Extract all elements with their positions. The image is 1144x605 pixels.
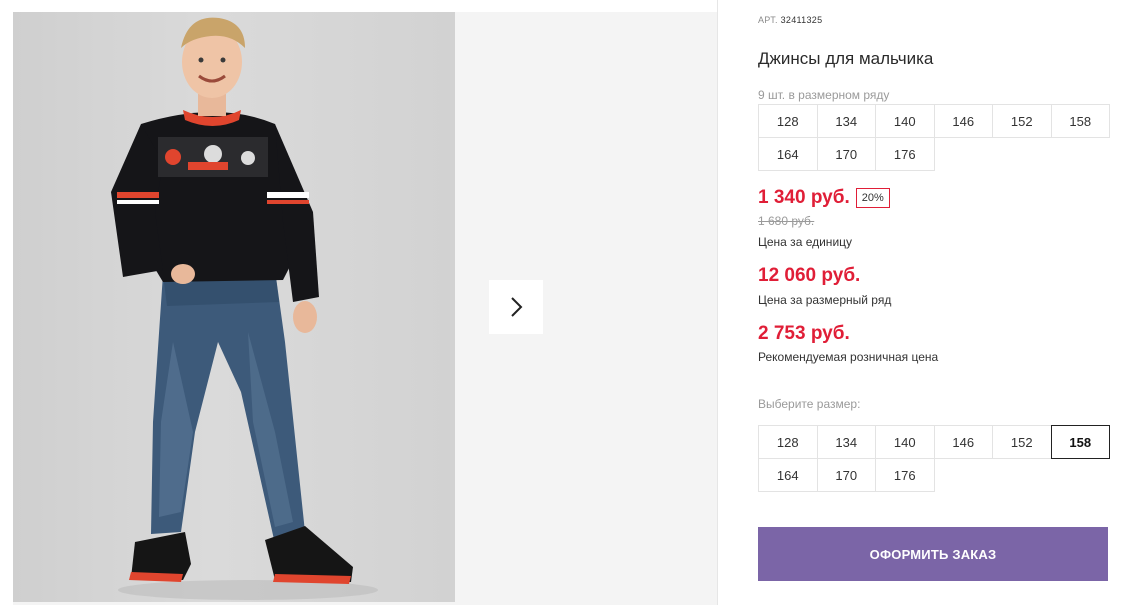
size-option-170[interactable]: 170 [816,458,876,492]
gallery-next-button[interactable] [489,280,543,334]
order-button[interactable]: ОФОРМИТЬ ЗАКАЗ [758,527,1108,581]
pack-size-cell: 134 [816,104,876,138]
rrp-price-label: Рекомендуемая розничная цена [758,350,939,364]
pack-size-cell: 146 [933,104,993,138]
pack-size-cell: 128 [758,104,818,138]
product-photo[interactable] [13,12,455,602]
pack-note: 9 шт. в размерном ряду [758,88,890,102]
pack-size-cell: 164 [758,137,818,171]
size-selector: 128 134 140 146 152 158 164 170 176 [758,425,1115,492]
article-value: 32411325 [780,15,823,25]
article-number: АРТ. 32411325 [758,15,822,25]
boy-in-jeans-image [111,17,378,600]
pack-size-cell: 176 [875,137,935,171]
old-price: 1 680 руб. [758,214,815,228]
product-gallery [13,12,717,605]
product-title: Джинсы для мальчика [758,49,934,68]
pack-size-cell: 170 [816,137,876,171]
pack-size-cell: 140 [875,104,935,138]
discount-badge: 20% [855,188,890,208]
series-price: 12 060 руб. [758,265,861,286]
rrp-price: 2 753 руб. [758,323,850,344]
size-option-140[interactable]: 140 [875,425,935,459]
size-option-134[interactable]: 134 [816,425,876,459]
size-option-152[interactable]: 152 [992,425,1052,459]
choose-size-label: Выберите размер: [758,397,861,411]
size-option-128[interactable]: 128 [758,425,818,459]
pack-size-cell: 152 [992,104,1052,138]
size-option-164[interactable]: 164 [758,458,818,492]
unit-price-label: Цена за единицу [758,235,853,249]
article-label: АРТ. [758,15,778,25]
size-option-158[interactable]: 158 [1050,425,1110,459]
size-option-146[interactable]: 146 [933,425,993,459]
series-price-label: Цена за размерный ряд [758,293,892,307]
unit-price: 1 340 руб. [758,187,850,208]
pack-size-grid: 128 134 140 146 152 158 164 170 176 [758,104,1115,171]
chevron-right-icon [511,297,523,317]
unit-price-block: 1 340 руб. 20% [758,187,890,209]
size-option-176[interactable]: 176 [875,458,935,492]
panel-divider [717,0,718,605]
pack-size-cell: 158 [1050,104,1110,138]
